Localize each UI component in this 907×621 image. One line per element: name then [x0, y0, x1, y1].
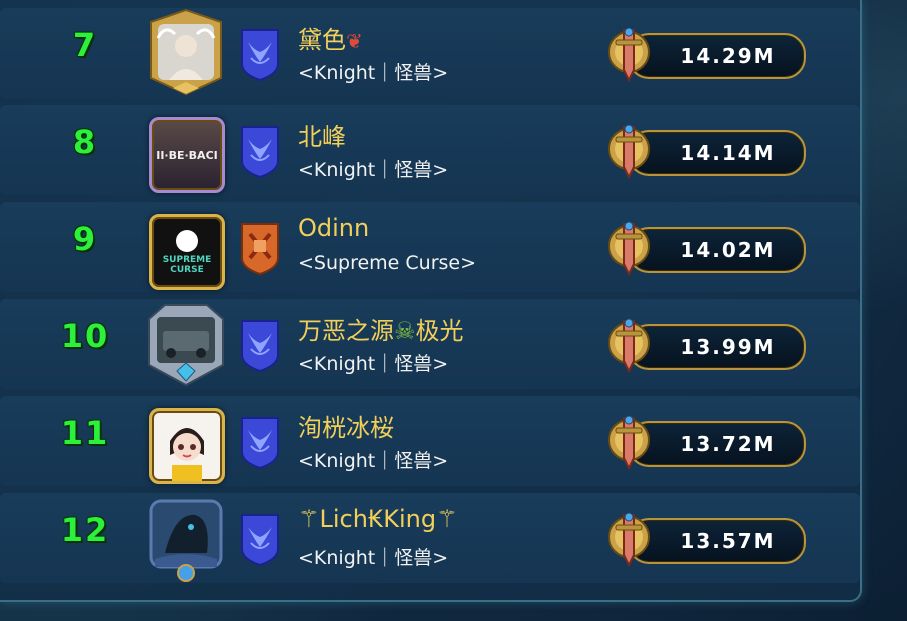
- power-pill: 14.02M: [628, 227, 806, 273]
- sword-medal-icon: [604, 410, 654, 472]
- leaderboard-row[interactable]: 10 万恶之源☠极光 <Knight｜怪兽> 13.99M: [0, 299, 860, 389]
- player-avatar[interactable]: [145, 404, 227, 486]
- player-name-text: 黛色: [298, 26, 346, 54]
- leaderboard-row[interactable]: 9 SUPREME CURSE Odinn <Supreme Curse> 14…: [0, 202, 860, 292]
- skull-icon: ☠: [394, 317, 416, 345]
- guild-name: <Knight｜怪兽>: [298, 547, 449, 569]
- sword-medal-icon: [604, 313, 654, 375]
- avatar-caption-line2: CURSE: [170, 264, 204, 275]
- power-pill: 13.57M: [628, 518, 806, 564]
- sword-medal-icon: [604, 22, 654, 84]
- avatar-logo: SUPREME CURSE: [152, 217, 222, 287]
- power-value: 13.72M: [680, 432, 776, 456]
- player-avatar[interactable]: [145, 499, 227, 583]
- power-pill: 13.72M: [628, 421, 806, 467]
- power-value: 13.99M: [680, 335, 776, 359]
- guild-crest-icon: [240, 125, 280, 179]
- wolf-icon: [176, 229, 198, 252]
- guild-name: <Knight｜怪兽>: [298, 353, 449, 375]
- rank-number: 9: [72, 220, 98, 258]
- sword-medal-icon: [604, 216, 654, 278]
- guild-crest-icon: [240, 28, 280, 82]
- sword-medal-icon: [604, 507, 654, 569]
- player-name: 黛色❦: [298, 20, 363, 55]
- player-avatar[interactable]: SUPREME CURSE: [145, 210, 227, 292]
- player-avatar[interactable]: [145, 304, 227, 389]
- name-flower-icon: ❦: [346, 29, 363, 53]
- player-name: ⚚Lich₭King⚚: [298, 505, 458, 533]
- player-name-text: 万恶之源: [298, 317, 394, 345]
- power-pill: 13.99M: [628, 324, 806, 370]
- rank-number: 11: [60, 414, 110, 452]
- guild-crest-icon: [240, 513, 280, 567]
- power-value: 14.14M: [680, 141, 776, 165]
- leaderboard-row[interactable]: 8 II·BE·BACI 北峰 <Knight｜怪兽> 14.14M: [0, 105, 860, 195]
- guild-name: <Knight｜怪兽>: [298, 62, 449, 84]
- avatar-caption: II·BE·BACI: [156, 148, 218, 162]
- player-name: 万恶之源☠极光: [298, 311, 464, 346]
- player-avatar[interactable]: II·BE·BACI: [145, 113, 227, 195]
- avatar-caption-line1: SUPREME: [162, 254, 212, 265]
- player-name-text-end: 极光: [415, 317, 464, 345]
- guild-crest-icon: [240, 319, 280, 373]
- guild-crest-icon: [240, 222, 280, 276]
- guild-name: <Supreme Curse>: [298, 252, 477, 274]
- rank-number: 8: [72, 123, 98, 161]
- rank-number: 7: [72, 26, 98, 64]
- power-pill: 14.14M: [628, 130, 806, 176]
- leaderboard-row[interactable]: 11 洵桄冰桜 <Knight｜怪兽> 13.72M: [0, 396, 860, 486]
- sword-medal-icon: [604, 119, 654, 181]
- player-name: 北峰: [298, 123, 346, 151]
- rank-number: 10: [60, 317, 110, 355]
- player-avatar[interactable]: [145, 8, 227, 98]
- player-name: 洵桄冰桜: [298, 414, 394, 442]
- leaderboard-row[interactable]: 12 ⚚Lich₭King⚚ <Knight｜怪兽> 13.57M: [0, 493, 860, 583]
- power-value: 13.57M: [680, 529, 776, 553]
- power-value: 14.29M: [680, 44, 776, 68]
- guild-crest-icon: [240, 416, 280, 470]
- power-pill: 14.29M: [628, 33, 806, 79]
- power-value: 14.02M: [680, 238, 776, 262]
- rank-number: 12: [60, 511, 110, 549]
- guild-name: <Knight｜怪兽>: [298, 450, 449, 472]
- guild-name: <Knight｜怪兽>: [298, 159, 449, 181]
- player-name: Odinn: [298, 214, 370, 242]
- leaderboard-row[interactable]: 7 黛色❦ <Knight｜怪兽> 14.29M: [0, 8, 860, 98]
